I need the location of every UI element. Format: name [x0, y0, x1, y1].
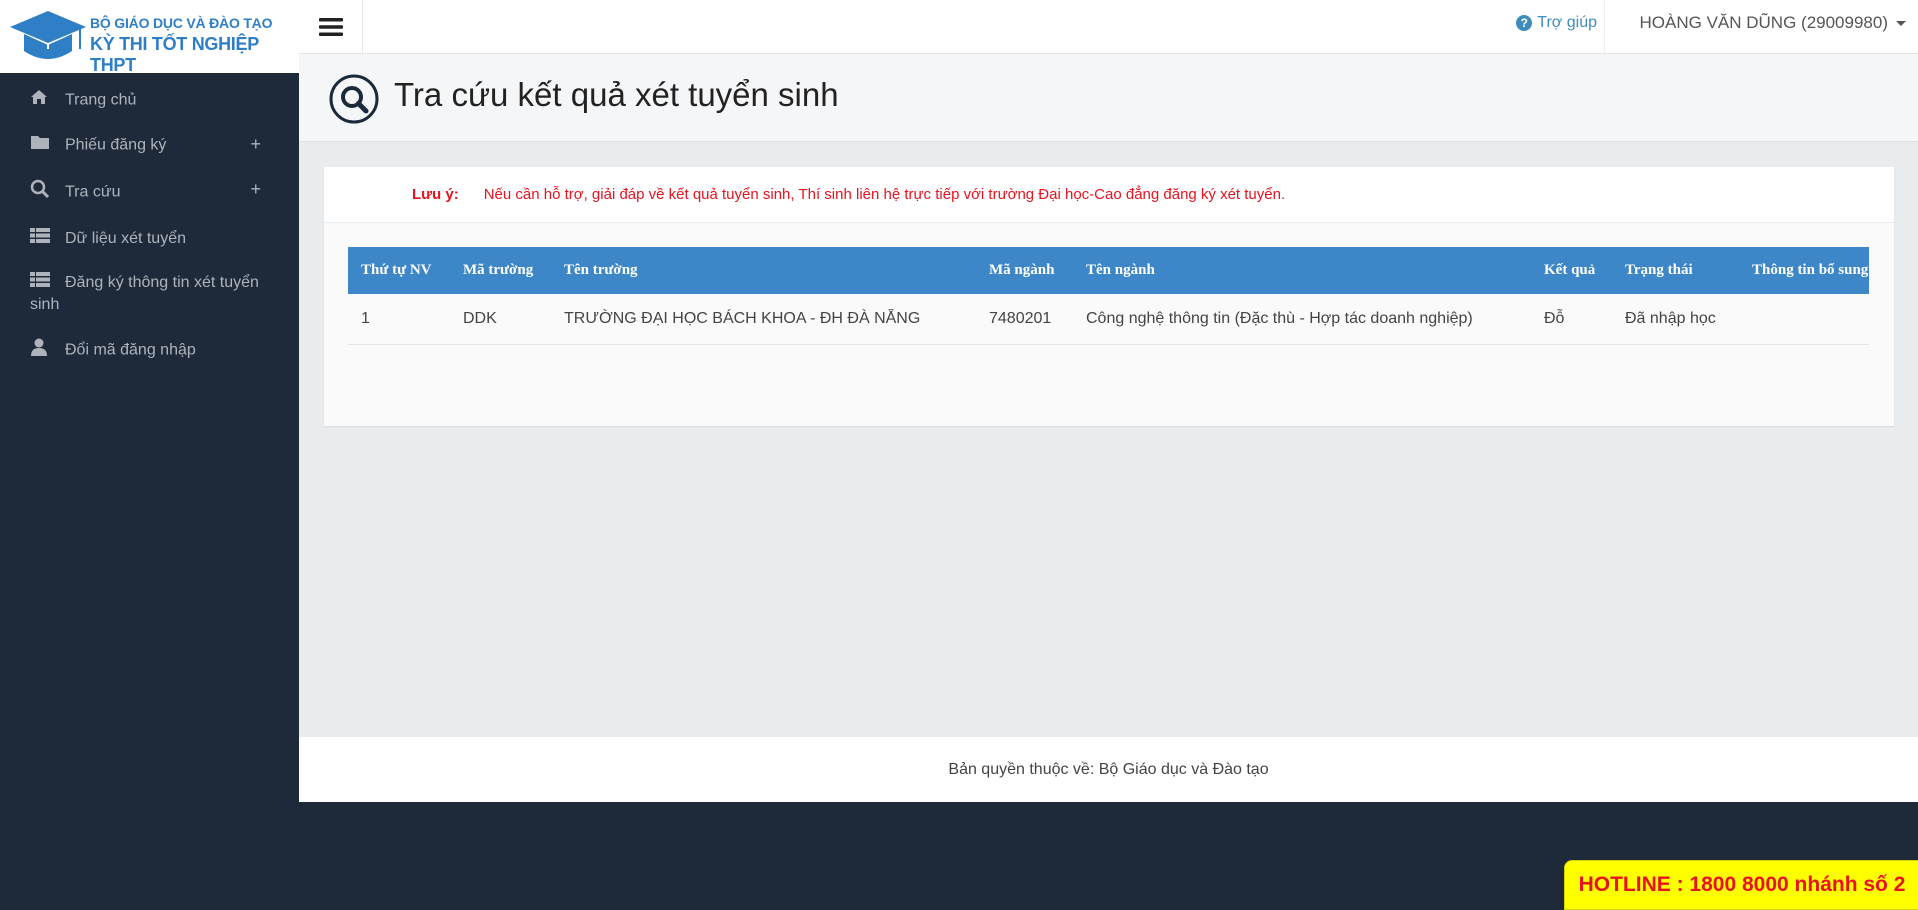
sidebar-item-label: Dữ liệu xét tuyển: [65, 230, 186, 248]
caret-down-icon: [1896, 21, 1906, 27]
column-header: Mã trường: [450, 247, 551, 294]
cell-extra-info: [1739, 294, 1869, 345]
copyright-text: Bản quyền thuộc về: Bộ Giáo dục và Đào t…: [948, 761, 1269, 778]
sidebar-item-lookup[interactable]: Tra cứu +: [0, 168, 299, 217]
sidebar-item-admission-data[interactable]: Dữ liệu xét tuyển: [0, 217, 299, 261]
cell-result: Đỗ: [1531, 294, 1612, 345]
search-icon: [30, 179, 52, 206]
column-header: Tên trường: [551, 247, 976, 294]
graduation-cap-icon: [10, 11, 86, 59]
sidebar-item-label: Tra cứu: [65, 183, 121, 201]
footer: Bản quyền thuộc về: Bộ Giáo dục và Đào t…: [299, 737, 1918, 802]
page-title: Tra cứu kết quả xét tuyển sinh: [394, 76, 839, 113]
sidebar-item-registration[interactable]: Phiếu đăng ký +: [0, 123, 299, 168]
sidebar-item-label: Phiếu đăng ký: [65, 136, 167, 154]
cell-school-code: DDK: [450, 294, 551, 345]
column-header: Thứ tự NV: [348, 247, 450, 294]
sidebar-item-label: Đổi mã đăng nhập: [65, 342, 196, 360]
column-header: Trạng thái: [1612, 247, 1739, 294]
column-header: Kết quả: [1531, 247, 1612, 294]
expand-icon[interactable]: +: [250, 133, 261, 155]
results-table: Thứ tự NV Mã trường Tên trường Mã ngành …: [348, 247, 1869, 345]
divider: [1604, 0, 1605, 53]
menu-toggle-button[interactable]: [299, 0, 363, 53]
top-bar: ? Trợ giúp HOÀNG VĂN DŨNG (29009980): [299, 0, 1918, 54]
column-header: Tên ngành: [1073, 247, 1531, 294]
hotline-banner[interactable]: HOTLINE : 1800 8000 nhánh số 2: [1564, 860, 1918, 910]
cell-school-name: TRƯỜNG ĐẠI HỌC BÁCH KHOA - ĐH ĐÀ NẴNG: [551, 294, 976, 345]
table-header-row: Thứ tự NV Mã trường Tên trường Mã ngành …: [348, 247, 1869, 294]
user-icon: [30, 338, 52, 363]
card-body: Thứ tự NV Mã trường Tên trường Mã ngành …: [324, 223, 1894, 426]
table-row: 1 DDK TRƯỜNG ĐẠI HỌC BÁCH KHOA - ĐH ĐÀ N…: [348, 294, 1869, 345]
sidebar-item-register-info[interactable]: Đăng ký thông tin xét tuyển sinh: [0, 261, 299, 327]
sidebar-item-label: Trang chủ: [65, 91, 137, 109]
hamburger-icon: [318, 17, 343, 36]
cell-major-name: Công nghệ thông tin (Đặc thù - Hợp tác d…: [1073, 294, 1531, 345]
help-label: Trợ giúp: [1537, 14, 1597, 31]
cell-order: 1: [348, 294, 450, 345]
results-card: Lưu ý: Nếu cần hỗ trợ, giải đáp về kết q…: [324, 167, 1894, 426]
list-icon: [30, 272, 52, 294]
user-menu[interactable]: HOÀNG VĂN DŨNG (29009980): [1640, 13, 1906, 33]
column-header: Thông tin bổ sung: [1739, 247, 1869, 294]
help-link[interactable]: ? Trợ giúp: [1516, 14, 1597, 32]
cell-status: Đã nhập học: [1612, 294, 1739, 345]
logo-line1: BỘ GIÁO DỤC VÀ ĐÀO TẠO: [90, 15, 273, 31]
sidebar-item-label: Đăng ký thông tin xét tuyển sinh: [30, 274, 259, 314]
cell-major-code: 7480201: [976, 294, 1073, 345]
user-name: HOÀNG VĂN DŨNG (29009980): [1639, 13, 1888, 32]
logo[interactable]: BỘ GIÁO DỤC VÀ ĐÀO TẠO KỲ THI TỐT NGHIỆP…: [0, 0, 299, 75]
page-header: Tra cứu kết quả xét tuyển sinh: [299, 54, 1918, 142]
home-icon: [30, 89, 52, 112]
sidebar-item-home[interactable]: Trang chủ: [0, 73, 299, 123]
question-icon: ?: [1516, 15, 1533, 31]
sidebar-item-change-login[interactable]: Đổi mã đăng nhập: [0, 327, 299, 374]
main-content: Tra cứu kết quả xét tuyển sinh Lưu ý: Nế…: [299, 54, 1918, 737]
column-header: Mã ngành: [976, 247, 1073, 294]
notice: Lưu ý: Nếu cần hỗ trợ, giải đáp về kết q…: [324, 167, 1894, 223]
expand-icon[interactable]: +: [250, 178, 261, 200]
sidebar: Trang chủ Phiếu đăng ký + Tra cứu + Dữ l…: [0, 73, 299, 374]
folder-icon: [30, 134, 52, 157]
notice-text: Nếu cần hỗ trợ, giải đáp về kết quả tuyể…: [483, 186, 1286, 203]
logo-line2: KỲ THI TỐT NGHIỆP THPT: [90, 34, 259, 75]
search-icon: [329, 74, 379, 124]
notice-label: Lưu ý:: [412, 186, 459, 203]
list-icon: [30, 228, 52, 250]
hotline-text: HOTLINE : 1800 8000 nhánh số 2: [1578, 873, 1906, 896]
